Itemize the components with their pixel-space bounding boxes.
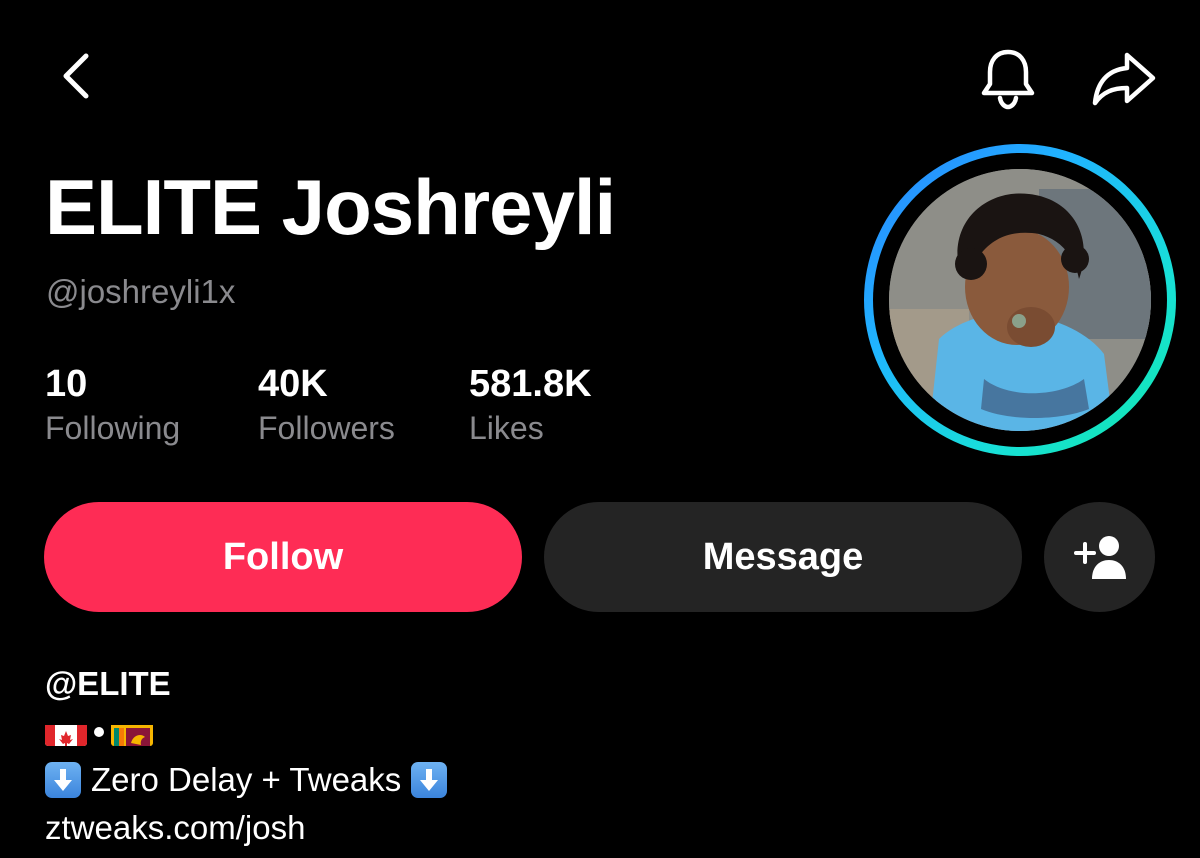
- likes-label: Likes: [469, 410, 544, 446]
- stat-following[interactable]: 10 Following: [45, 362, 180, 448]
- likes-count: 581.8K: [469, 363, 592, 405]
- avatar: [889, 169, 1151, 431]
- chevron-left-icon: [63, 53, 89, 99]
- down-arrow-icon: [411, 762, 448, 798]
- follow-button[interactable]: Follow: [44, 502, 522, 612]
- followers-count: 40K: [258, 363, 328, 405]
- stat-likes[interactable]: 581.8K Likes: [469, 362, 592, 448]
- add-friend-button[interactable]: [1044, 502, 1155, 612]
- profile-username: @joshreyli1x: [46, 273, 236, 310]
- add-user-icon: [1073, 536, 1126, 579]
- followers-label: Followers: [258, 410, 395, 446]
- bio-tagline: Zero Delay + Tweaks: [91, 761, 402, 798]
- avatar-ring-gap: [873, 153, 1167, 447]
- bio-handle[interactable]: @ELITE: [45, 660, 171, 708]
- avatar-photo: [889, 169, 1151, 431]
- stat-followers[interactable]: 40K Followers: [258, 362, 395, 448]
- message-button[interactable]: Message: [544, 502, 1022, 612]
- separator-dot: [94, 727, 104, 737]
- share-button[interactable]: [1086, 44, 1162, 112]
- bell-icon: [981, 49, 1035, 110]
- profile-bio: @ELITE Zero Delay + Tweaks ztweaks.com/j…: [45, 660, 448, 852]
- canada-flag-icon: [45, 718, 87, 746]
- down-arrow-icon: [45, 762, 81, 798]
- notification-bell-button[interactable]: [974, 44, 1042, 112]
- profile-display-name: ELITE Joshreyli: [45, 163, 616, 251]
- following-label: Following: [45, 410, 181, 446]
- sri-lanka-flag-icon: [111, 718, 153, 746]
- avatar-story-ring[interactable]: [864, 144, 1176, 456]
- back-button[interactable]: [48, 48, 104, 104]
- following-count: 10: [45, 363, 88, 405]
- bio-flags: [45, 708, 447, 756]
- share-arrow-icon: [1092, 52, 1156, 106]
- bio-link[interactable]: ztweaks.com/josh: [45, 804, 305, 852]
